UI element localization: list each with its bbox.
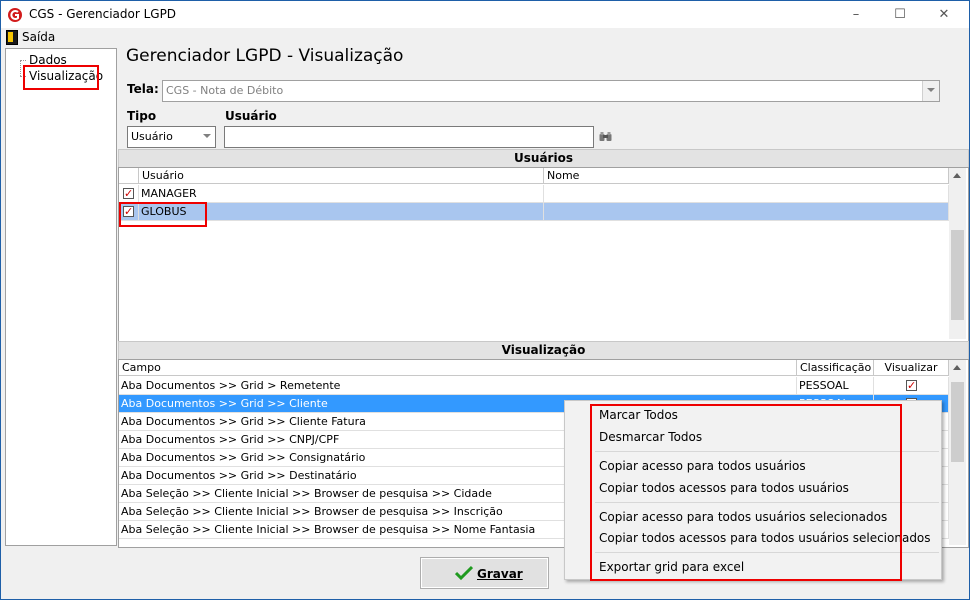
scroll-thumb[interactable] [951,382,964,462]
row-checkbox[interactable] [123,185,134,202]
scroll-thumb[interactable] [951,230,964,320]
cell-usuario: MANAGER [139,185,544,203]
cell-classificacao: PESSOAL [797,377,874,395]
title-bar: CGS - Gerenciador LGPD – ☐ ✕ [0,0,970,28]
binoculars-icon[interactable] [599,131,612,142]
close-button[interactable]: ✕ [921,1,967,29]
annotation-box [119,202,207,227]
exit-door-icon [6,30,18,45]
usuario-label: Usuário [225,109,277,123]
gravar-button[interactable]: Gravar [420,557,549,589]
page-title: Gerenciador LGPD - Visualização [126,46,404,66]
cell-nome [544,185,949,203]
column-header-classificacao[interactable]: Classificação [797,360,874,376]
tipo-select-value: Usuário [131,130,173,143]
annotation-box [590,404,902,581]
usuario-input[interactable] [224,126,594,148]
column-header-campo[interactable]: Campo [119,360,797,376]
visualizacao-caption: Visualização [118,341,969,361]
column-header-usuario[interactable]: Usuário [139,168,544,184]
usuarios-scrollbar[interactable] [949,168,966,339]
gravar-button-label: Gravar [477,567,523,581]
chevron-down-icon[interactable] [922,81,939,101]
tela-select[interactable]: CGS - Nota de Débito [162,80,940,102]
grid-corner [119,168,139,184]
column-header-nome[interactable]: Nome [544,168,949,184]
window-title: CGS - Gerenciador LGPD [29,7,177,21]
menu-bar: Saída [0,28,970,46]
column-header-visualizar[interactable]: Visualizar [874,360,949,376]
menu-saida[interactable]: Saída [22,30,55,44]
table-row[interactable]: MANAGER [119,185,949,203]
tela-label: Tela: [127,82,159,96]
minimize-button[interactable]: – [833,1,879,29]
checkmark-icon [455,565,473,581]
visualizar-checkbox[interactable] [906,377,917,394]
tipo-label: Tipo [127,109,157,123]
chevron-down-icon[interactable] [199,127,215,147]
maximize-button[interactable]: ☐ [877,1,923,29]
app-logo-icon [8,8,22,22]
cell-campo: Aba Documentos >> Grid > Remetente [119,377,797,395]
visualizacao-scrollbar[interactable] [949,360,966,545]
tipo-select[interactable]: Usuário [127,126,216,148]
table-row[interactable]: Aba Documentos >> Grid > Remetente PESSO… [119,377,949,395]
usuarios-caption: Usuários [118,149,969,169]
table-row-selected[interactable]: GLOBUS [119,203,949,221]
scroll-up-icon[interactable] [953,173,961,178]
usuarios-grid: Usuário Nome MANAGER GLOBUS [118,167,969,342]
scroll-up-icon[interactable] [953,365,961,370]
navigation-tree: Dados Visualização [5,48,117,546]
tela-select-value: CGS - Nota de Débito [166,84,284,97]
annotation-box [23,65,99,90]
cell-nome [544,203,949,221]
